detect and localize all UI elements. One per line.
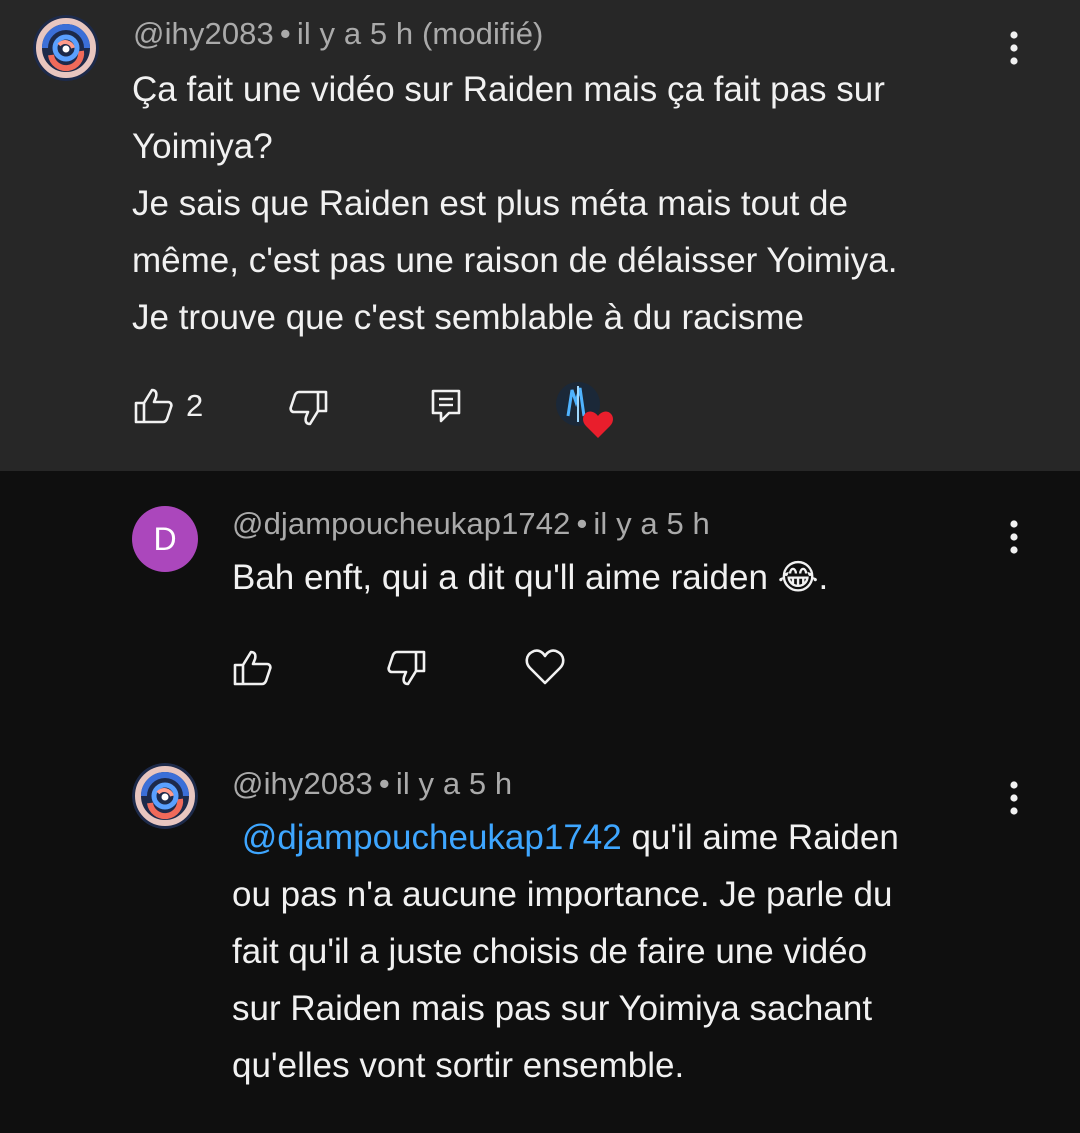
meta-separator: • xyxy=(378,766,390,801)
comment-meta: @djampoucheukap1742 • il y a 5 h xyxy=(232,506,710,542)
comment-meta: @ihy2083 • il y a 5 h (modifié) xyxy=(133,16,543,52)
like-count: 2 xyxy=(186,388,204,423)
comment-time: il y a 5 h xyxy=(593,506,710,541)
comment-text-line: @djampoucheukap1742 qu'il aime Raiden xyxy=(232,809,1052,866)
comment-text: ou pas n'a aucune importance. Je parle d… xyxy=(232,875,893,1085)
comment-time: il y a 5 h (modifié) xyxy=(296,16,544,51)
author-handle[interactable]: @djampoucheukap1742 xyxy=(232,506,570,541)
comment-text: Bah enft, qui a dit qu'll aime raiden 😂. xyxy=(232,549,1032,607)
avatar[interactable] xyxy=(132,763,198,829)
meta-separator: • xyxy=(279,16,291,51)
author-handle[interactable]: @ihy2083 xyxy=(232,766,373,801)
meta-separator: • xyxy=(576,506,588,541)
mention-link[interactable]: @djampoucheukap1742 xyxy=(242,818,622,857)
laughing-emoji: 😂 xyxy=(777,558,819,598)
thumb-up-icon xyxy=(134,388,173,424)
creator-heart-badge[interactable] xyxy=(556,382,618,440)
like-button[interactable] xyxy=(233,650,273,686)
like-button[interactable]: 2 xyxy=(134,388,203,424)
comments-thread: @ihy2083 • il y a 5 h (modifié) Ça fait un… xyxy=(0,0,1080,1133)
avatar[interactable] xyxy=(33,15,99,81)
avatar[interactable]: D xyxy=(132,506,198,572)
dislike-button[interactable] xyxy=(386,650,426,686)
heart-outline-icon xyxy=(525,649,565,685)
thumb-up-icon xyxy=(233,650,272,686)
comment-text-part: qu'il aime Raiden xyxy=(621,818,899,857)
highlighted-comment: @ihy2083 • il y a 5 h (modifié) Ça fait un… xyxy=(0,0,1080,471)
reply-icon xyxy=(431,389,461,423)
heart-button[interactable] xyxy=(525,648,565,686)
dislike-button[interactable] xyxy=(288,390,328,426)
comment-meta: @ihy2083 • il y a 5 h xyxy=(232,766,512,802)
comment-time: il y a 5 h xyxy=(395,766,513,801)
creator-heart-icon xyxy=(556,382,613,438)
thumb-down-icon xyxy=(289,390,328,426)
author-handle[interactable]: @ihy2083 xyxy=(133,16,274,51)
reply-button[interactable] xyxy=(431,389,461,423)
swirl-avatar-icon xyxy=(132,763,198,829)
comment-text-part: Bah enft, qui a dit qu'll aime raiden xyxy=(232,558,778,597)
comment-text-part: . xyxy=(818,558,829,597)
thumb-down-icon xyxy=(387,650,426,686)
comment-text: Ça fait une vidéo sur Raiden mais ça fai… xyxy=(132,70,898,337)
swirl-avatar-icon xyxy=(33,15,99,81)
